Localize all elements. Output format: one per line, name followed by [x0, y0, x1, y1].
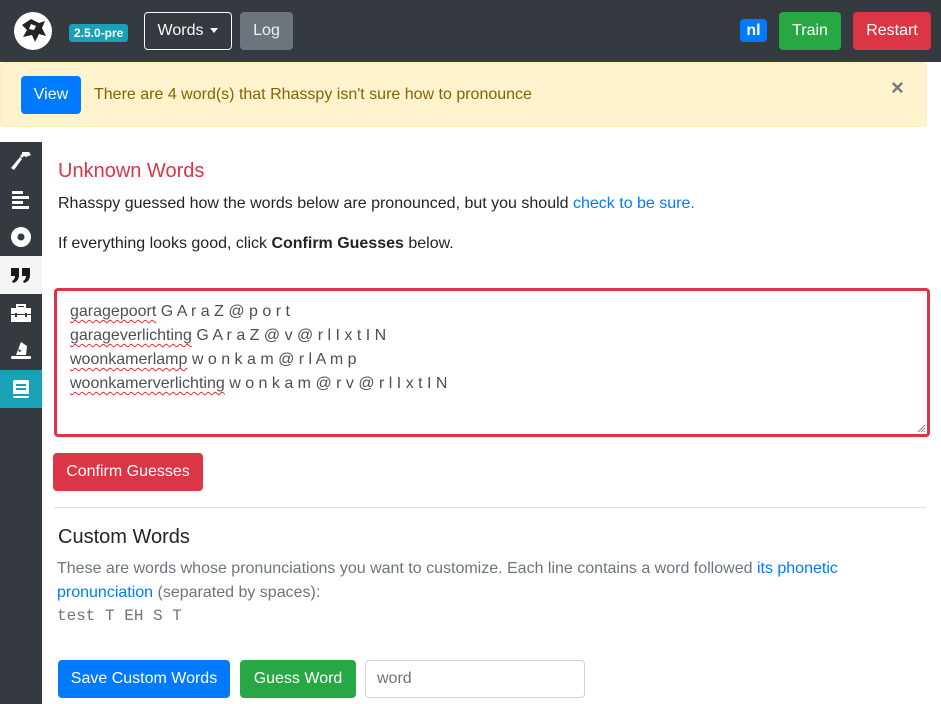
confirm-instructions-bold: Confirm Guesses	[271, 235, 404, 252]
sidebar-item-align[interactable]	[0, 180, 42, 218]
sidebar-item-toolbox[interactable]	[0, 294, 42, 332]
words-dropdown-label: Words	[157, 22, 204, 39]
unknown-words-description: Rhasspy guessed how the words below are …	[58, 195, 695, 213]
rhasspy-logo-icon[interactable]	[14, 12, 52, 50]
custom-words-description-suffix: (separated by spaces):	[153, 584, 321, 601]
log-button[interactable]: Log	[240, 12, 293, 50]
custom-words-heading: Custom Words	[58, 526, 190, 548]
guess-line: garageverlichting G A r a Z @ v @ r l I …	[70, 324, 447, 348]
top-navbar: 2.5.0-pre Words Log nl Train Restart	[0, 0, 941, 62]
custom-words-description-text: These are words whose pronunciations you…	[57, 560, 757, 577]
guess-word-button[interactable]: Guess Word	[240, 660, 356, 698]
guess-word: garagepoort	[70, 303, 157, 320]
guess-word: woonkamerverlichting	[70, 375, 225, 392]
guess-line: woonkamerlamp w o n k a m @ r l A m p	[70, 348, 447, 372]
hammer-icon	[11, 152, 31, 170]
sidebar-item-sentences[interactable]	[0, 256, 42, 294]
guess-phonemes: w o n k a m @ r l A m p	[191, 351, 357, 368]
guess-phonemes: G A r a Z @ p o r t	[160, 303, 290, 320]
guess-phonemes: G A r a Z @ v @ r l I x t I N	[196, 327, 387, 344]
confirm-instructions-prefix: If everything looks good, click	[58, 235, 272, 252]
sidebar-item-hammer[interactable]	[0, 142, 42, 180]
caret-down-icon	[210, 28, 219, 33]
resize-grip-icon[interactable]	[916, 423, 926, 433]
check-pronunciation-link[interactable]: check to be sure.	[573, 195, 695, 212]
align-left-icon	[12, 191, 29, 209]
train-button[interactable]: Train	[779, 12, 841, 50]
book-icon	[13, 380, 29, 398]
wizard-hat-icon	[11, 342, 31, 359]
version-badge: 2.5.0-pre	[69, 24, 129, 42]
toolbox-icon	[11, 304, 31, 322]
section-divider	[54, 507, 926, 508]
sidebar-item-wizard[interactable]	[0, 332, 42, 370]
guessed-pronunciations-lines: garagepoort G A r a Z @ p o r t garageve…	[70, 300, 447, 396]
guess-phonemes: w o n k a m @ r v @ r l I x t I N	[229, 375, 448, 392]
save-custom-words-button[interactable]: Save Custom Words	[58, 660, 230, 698]
unknown-words-description-text: Rhasspy guessed how the words below are …	[58, 195, 573, 212]
restart-button[interactable]: Restart	[853, 12, 931, 50]
custom-words-example: test T EH S T	[57, 607, 182, 625]
guess-line: garagepoort G A r a Z @ p o r t	[70, 300, 447, 324]
words-dropdown-button[interactable]: Words	[144, 12, 232, 50]
guess-word: woonkamerlamp	[70, 351, 188, 368]
record-icon	[11, 227, 31, 247]
main-content: Unknown Words Rhasspy guessed how the wo…	[42, 142, 941, 704]
guess-word: garageverlichting	[70, 327, 192, 344]
confirm-guesses-button[interactable]: Confirm Guesses	[53, 453, 203, 491]
unknown-words-alert: View There are 4 word(s) that Rhasspy is…	[0, 62, 927, 127]
unknown-words-heading: Unknown Words	[58, 160, 205, 182]
language-badge: nl	[740, 19, 767, 42]
confirm-instructions: If everything looks good, click Confirm …	[58, 235, 454, 253]
sidebar-item-record[interactable]	[0, 218, 42, 256]
sidebar	[0, 142, 42, 704]
custom-words-description: These are words whose pronunciations you…	[57, 557, 887, 605]
view-button[interactable]: View	[21, 76, 81, 114]
close-icon[interactable]: ×	[891, 77, 904, 99]
word-input[interactable]	[365, 660, 585, 698]
sidebar-item-words[interactable]	[0, 370, 42, 408]
confirm-instructions-suffix: below.	[403, 235, 454, 252]
quote-icon	[11, 268, 30, 283]
guess-line: woonkamerverlichting w o n k a m @ r v @…	[70, 372, 447, 396]
guessed-pronunciations-textarea[interactable]: garagepoort G A r a Z @ p o r t garageve…	[54, 288, 930, 437]
alert-message: There are 4 word(s) that Rhasspy isn't s…	[94, 86, 532, 103]
